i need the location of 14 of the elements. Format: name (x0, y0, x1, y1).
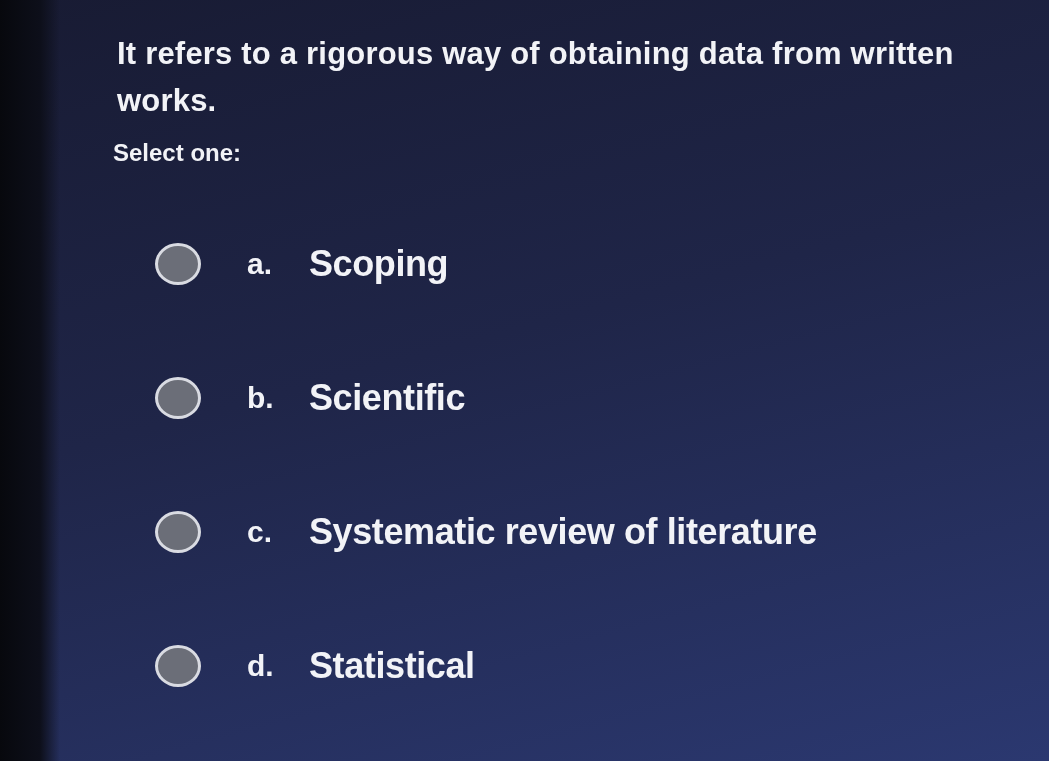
radio-button[interactable] (155, 377, 201, 419)
option-letter: c. (247, 515, 274, 549)
option-letter: b. (247, 381, 275, 415)
option-label[interactable]: Statistical (309, 645, 475, 687)
radio-button[interactable] (155, 645, 201, 687)
option-label[interactable]: Systematic review of literature (309, 511, 817, 553)
select-prompt: Select one: (113, 138, 242, 168)
radio-button[interactable] (155, 511, 201, 553)
option-label[interactable]: Scoping (309, 243, 449, 285)
question-text: It refers to a rigorous way of obtaining data from written works. (117, 35, 955, 120)
option-letter: d. (247, 649, 275, 683)
radio-button[interactable] (155, 243, 201, 285)
option-letter: a. (247, 247, 274, 281)
option-label[interactable]: Scientific (309, 377, 466, 419)
